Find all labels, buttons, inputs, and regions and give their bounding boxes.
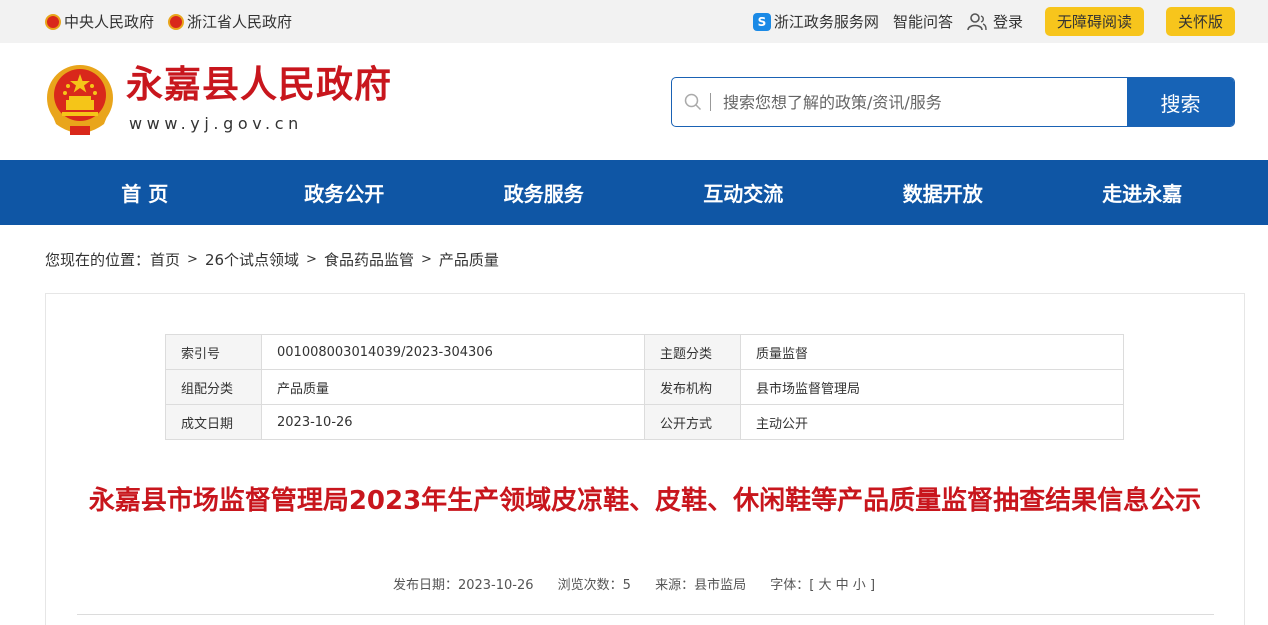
top-right-links: S 浙江政务服务网 智能问答 登录 无障碍阅读 关怀版: [739, 0, 1235, 43]
nav-item-interaction[interactable]: 互动交流: [644, 160, 844, 225]
divider: [77, 614, 1214, 615]
search-box: 搜索: [671, 77, 1235, 127]
top-bar: 中央人民政府 浙江省人民政府 S 浙江政务服务网 智能问答 登录 无障碍阅读 关…: [0, 0, 1268, 43]
zhejiang-gov-link[interactable]: 浙江省人民政府: [168, 11, 292, 32]
zhejiang-gov-label: 浙江省人民政府: [187, 13, 293, 31]
central-gov-link[interactable]: 中央人民政府: [45, 11, 154, 32]
meta-label-publisher: 发布机构: [644, 369, 741, 405]
breadcrumb-product-quality[interactable]: 产品质量: [439, 249, 499, 270]
table-row: 索引号 001008003014039/2023-304306 主题分类 质量监…: [165, 334, 1124, 370]
table-row: 组配分类 产品质量 发布机构 县市场监督管理局: [165, 369, 1124, 405]
zj-service-label: 浙江政务服务网: [773, 13, 879, 31]
nav-item-gov-affairs[interactable]: 政务公开: [245, 160, 445, 225]
national-emblem-icon: [168, 13, 185, 30]
zj-service-icon: S: [752, 12, 771, 31]
view-count: 浏览次数：5: [557, 578, 631, 593]
user-icon: [967, 12, 987, 30]
breadcrumb-label: 您现在的位置：: [45, 251, 151, 269]
site-name: 永嘉县人民政府: [126, 62, 392, 106]
breadcrumb: 您现在的位置： 首页 > 26个试点领域 > 食品药品监管 > 产品质量: [45, 249, 499, 270]
main-nav: 首 页 政务公开 政务服务 互动交流 数据开放 走进永嘉: [0, 160, 1268, 225]
breadcrumb-home[interactable]: 首页: [150, 249, 180, 270]
top-left-links: 中央人民政府 浙江省人民政府: [45, 0, 306, 43]
search-button[interactable]: 搜索: [1127, 78, 1234, 126]
font-large-button[interactable]: 大: [818, 578, 831, 593]
breadcrumb-separator: >: [187, 252, 198, 267]
font-medium-button[interactable]: 中: [836, 578, 849, 593]
meta-label-index: 索引号: [165, 334, 262, 370]
meta-value-category: 产品质量: [261, 369, 645, 405]
meta-value-disclosure: 主动公开: [740, 404, 1124, 440]
meta-value-topic: 质量监督: [740, 334, 1124, 370]
search-icon: [684, 93, 702, 111]
meta-info-table: 索引号 001008003014039/2023-304306 主题分类 质量监…: [165, 334, 1124, 440]
breadcrumb-separator: >: [420, 252, 432, 267]
smart-qa-link[interactable]: 智能问答: [893, 11, 953, 32]
font-small-button[interactable]: 小: [853, 578, 866, 593]
nav-item-about-yongjia[interactable]: 走进永嘉: [1043, 160, 1243, 225]
nav-item-gov-services[interactable]: 政务服务: [444, 160, 644, 225]
publish-date: 发布日期：2023-10-26: [392, 578, 534, 593]
accessibility-button[interactable]: 无障碍阅读: [1044, 7, 1144, 36]
national-emblem-icon: [47, 65, 113, 135]
font-size-control: 字体：[ 大 中 小 ]: [770, 578, 875, 593]
breadcrumb-food-drug[interactable]: 食品药品监管: [324, 249, 414, 270]
meta-value-date: 2023-10-26: [261, 404, 645, 440]
meta-label-category: 组配分类: [165, 369, 262, 405]
smart-qa-label: 智能问答: [892, 13, 953, 31]
breadcrumb-pilot-areas[interactable]: 26个试点领域: [205, 249, 299, 270]
article-source: 来源：县市监局: [655, 578, 747, 593]
search-input[interactable]: [723, 92, 1083, 112]
national-emblem-icon: [45, 13, 61, 30]
font-size-close: ]: [869, 578, 876, 593]
meta-label-date: 成文日期: [165, 404, 262, 440]
meta-label-topic: 主题分类: [644, 334, 741, 370]
zj-service-link[interactable]: S 浙江政务服务网: [752, 11, 879, 32]
logo-text: 永嘉县人民政府 www.yj.gov.cn: [126, 62, 392, 133]
search-input-wrap: [672, 78, 1127, 126]
breadcrumb-separator: >: [306, 252, 317, 267]
article-info: 发布日期：2023-10-26 浏览次数：5 来源：县市监局 字体：[ 大 中 …: [0, 574, 1268, 593]
site-logo[interactable]: 永嘉县人民政府 www.yj.gov.cn: [44, 62, 392, 138]
central-gov-label: 中央人民政府: [64, 13, 155, 31]
login-label: 登录: [992, 13, 1023, 31]
meta-value-index: 001008003014039/2023-304306: [261, 334, 645, 370]
elder-care-button[interactable]: 关怀版: [1165, 7, 1235, 36]
login-link[interactable]: 登录: [967, 11, 1023, 32]
meta-value-publisher: 县市场监督管理局: [740, 369, 1124, 405]
nav-item-home[interactable]: 首 页: [45, 160, 245, 225]
font-size-label: 字体：[: [770, 578, 815, 593]
table-row: 成文日期 2023-10-26 公开方式 主动公开: [165, 404, 1124, 440]
meta-label-disclosure: 公开方式: [644, 404, 741, 440]
search-divider: [710, 93, 711, 111]
nav-item-open-data[interactable]: 数据开放: [843, 160, 1043, 225]
article-title: 永嘉县市场监督管理局2023年生产领域皮凉鞋、皮鞋、休闲鞋等产品质量监督抽查结果…: [88, 486, 1202, 516]
site-url: www.yj.gov.cn: [129, 114, 303, 133]
